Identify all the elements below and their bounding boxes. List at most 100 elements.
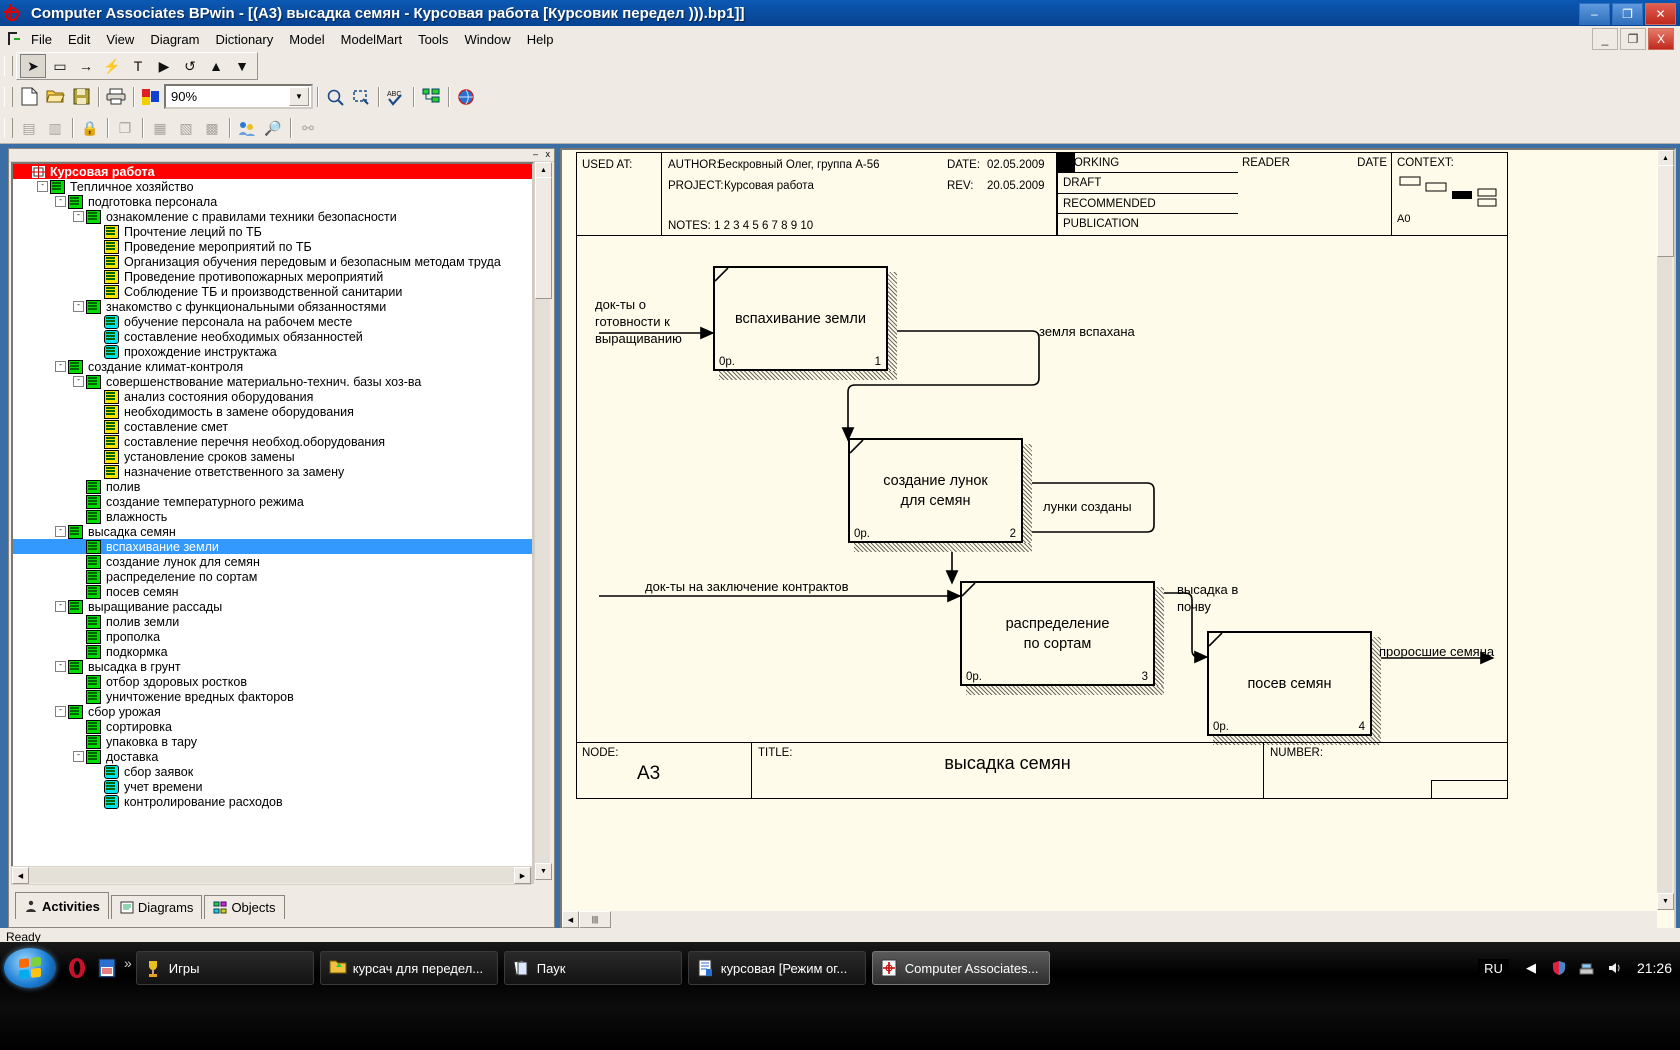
tree-item[interactable]: сбор заявок [13, 764, 532, 779]
tree-item[interactable]: установление сроков замены [13, 449, 532, 464]
activity-tree[interactable]: Курсовая работа-Тепличное хозяйство-подг… [11, 162, 534, 884]
language-indicator[interactable]: RU [1478, 959, 1509, 978]
zoom-in-icon[interactable] [323, 86, 347, 108]
menu-item-tools[interactable]: Tools [410, 30, 456, 49]
text-tool-button[interactable]: T [126, 55, 150, 77]
globe-report-icon[interactable] [454, 86, 478, 108]
tree-item[interactable]: Курсовая работа [13, 164, 532, 179]
fit-to-window-icon[interactable] [349, 86, 373, 108]
window-close-button[interactable]: ✕ [1645, 3, 1676, 25]
tree-item[interactable]: влажность [13, 509, 532, 524]
tree-item[interactable]: упаковка в тару [13, 734, 532, 749]
tree-item[interactable]: -знакомство с функциональными обязанност… [13, 299, 532, 314]
taskbar-task[interactable]: Игры [136, 951, 314, 985]
activity-box[interactable]: посев семян0р.4 [1207, 631, 1372, 736]
tree-item[interactable]: подкормка [13, 644, 532, 659]
menu-item-help[interactable]: Help [519, 30, 562, 49]
explorer-tab-activities[interactable]: Activities [15, 892, 109, 919]
tree-item[interactable]: -подготовка персонала [13, 194, 532, 209]
tree-item[interactable]: прохождение инструктажа [13, 344, 532, 359]
mdi-close-button[interactable]: X [1648, 28, 1674, 50]
diagram-vertical-scrollbar[interactable]: ▲ ▼ [1657, 150, 1674, 910]
explorer-vertical-scrollbar[interactable]: ▲ ▼ [534, 162, 552, 880]
network-icon[interactable] [1577, 959, 1597, 977]
up-tool-button[interactable]: ▲ [204, 55, 228, 77]
tree-item[interactable]: полив [13, 479, 532, 494]
volume-icon[interactable] [1605, 959, 1625, 977]
explorer-tab-objects[interactable]: Objects [204, 895, 284, 919]
chevron-right-icon[interactable]: » [124, 955, 132, 971]
tree-item[interactable]: составление необходимых обязанностей [13, 329, 532, 344]
tree-item[interactable]: вспахивание земли [13, 539, 532, 554]
scroll-down-button[interactable]: ▼ [535, 863, 552, 880]
menu-item-file[interactable]: File [23, 30, 60, 49]
mdi-restore-button[interactable]: ❐ [1620, 28, 1646, 50]
tree-item[interactable]: распределение по сортам [13, 569, 532, 584]
clock[interactable]: 21:26 [1637, 960, 1672, 976]
color-palette-icon[interactable] [139, 86, 163, 108]
explorer-horizontal-scrollbar[interactable]: ◀ ▶ [11, 866, 532, 885]
scroll-left-button[interactable]: ◀ [12, 867, 29, 884]
window-restore-button[interactable]: ❐ [1612, 3, 1643, 25]
tree-item[interactable]: учет времени [13, 779, 532, 794]
tree-collapse-toggle[interactable]: - [73, 211, 84, 222]
tree-item[interactable]: -совершенствование материально-технич. б… [13, 374, 532, 389]
tree-item[interactable]: -высадка в грунт [13, 659, 532, 674]
tree-collapse-toggle[interactable]: - [55, 361, 66, 372]
scroll-track-h[interactable] [29, 868, 514, 883]
play-tool-button[interactable]: ▶ [152, 55, 176, 77]
menu-item-modelmart[interactable]: ModelMart [333, 30, 410, 49]
tree-item[interactable]: -выращивание рассады [13, 599, 532, 614]
tree-item[interactable]: уничтожение вредных факторов [13, 689, 532, 704]
taskbar-task[interactable]: Паук [504, 951, 682, 985]
tree-collapse-toggle[interactable]: - [73, 301, 84, 312]
toolbar-grip[interactable] [4, 56, 13, 76]
pointer-tool-button[interactable]: ➤ [20, 54, 46, 78]
mm-users-icon[interactable] [235, 117, 259, 139]
spellcheck-icon[interactable]: ABC [384, 86, 408, 108]
tree-item[interactable]: отбор здоровых ростков [13, 674, 532, 689]
activity-box[interactable]: распределениепо сортам0р.3 [960, 581, 1155, 686]
diagram-canvas[interactable]: USED AT: AUTHOR: Бескровный Олег, группа… [560, 148, 1676, 930]
menu-item-dictionary[interactable]: Dictionary [207, 30, 281, 49]
chevron-up-icon[interactable]: ◀ [1521, 959, 1541, 977]
tree-item[interactable]: назначение ответственного за замену [13, 464, 532, 479]
tree-item[interactable]: прополка [13, 629, 532, 644]
tree-collapse-toggle[interactable]: - [37, 181, 48, 192]
tree-item[interactable]: посев семян [13, 584, 532, 599]
tree-collapse-toggle[interactable]: - [55, 196, 66, 207]
tree-item[interactable]: составление перечня необход.оборудования [13, 434, 532, 449]
tree-item[interactable]: -создание климат-контроля [13, 359, 532, 374]
print-icon[interactable] [104, 86, 128, 108]
diagram-scroll-thumb-h[interactable]: ||| [579, 911, 611, 928]
tree-item[interactable]: контролирование расходов [13, 794, 532, 809]
down-tool-button[interactable]: ▼ [230, 55, 254, 77]
scroll-track[interactable] [535, 177, 550, 865]
diagram-horizontal-scrollbar[interactable]: ◀ ||| [562, 911, 1657, 928]
tree-item[interactable]: создание лунок для семян [13, 554, 532, 569]
window-minimize-button[interactable]: – [1579, 3, 1610, 25]
menu-item-diagram[interactable]: Diagram [142, 30, 207, 49]
tree-item[interactable]: Организация обучения передовым и безопас… [13, 254, 532, 269]
diagram-scroll-track[interactable] [1657, 165, 1672, 895]
tree-collapse-toggle[interactable]: - [55, 526, 66, 537]
tree-item[interactable]: -сбор урожая [13, 704, 532, 719]
taskbar-task[interactable]: курсач для передел... [320, 951, 498, 985]
menu-item-edit[interactable]: Edit [60, 30, 98, 49]
mdi-minimize-button[interactable]: _ [1592, 28, 1618, 50]
activity-box[interactable]: вспахивание земли0р.1 [713, 266, 888, 371]
rotate-tool-button[interactable]: ↺ [178, 55, 202, 77]
shield-icon[interactable] [1549, 959, 1569, 977]
open-file-icon[interactable] [43, 86, 67, 108]
tree-collapse-toggle[interactable]: - [55, 706, 66, 717]
scroll-right-button[interactable]: ▶ [514, 867, 531, 884]
diagram-scroll-down-button[interactable]: ▼ [1657, 893, 1674, 910]
tree-item[interactable]: Проведение противопожарных мероприятий [13, 269, 532, 284]
save-disk-icon[interactable] [95, 955, 119, 981]
menu-item-view[interactable]: View [98, 30, 142, 49]
diagram-scroll-thumb[interactable] [1657, 165, 1674, 257]
taskbar-task[interactable]: курсовая [Режим ог... [688, 951, 866, 985]
tree-item[interactable]: -ознакомление с правилами техники безопа… [13, 209, 532, 224]
menu-item-model[interactable]: Model [281, 30, 332, 49]
squiggle-tool-button[interactable]: ⚡ [100, 55, 124, 77]
